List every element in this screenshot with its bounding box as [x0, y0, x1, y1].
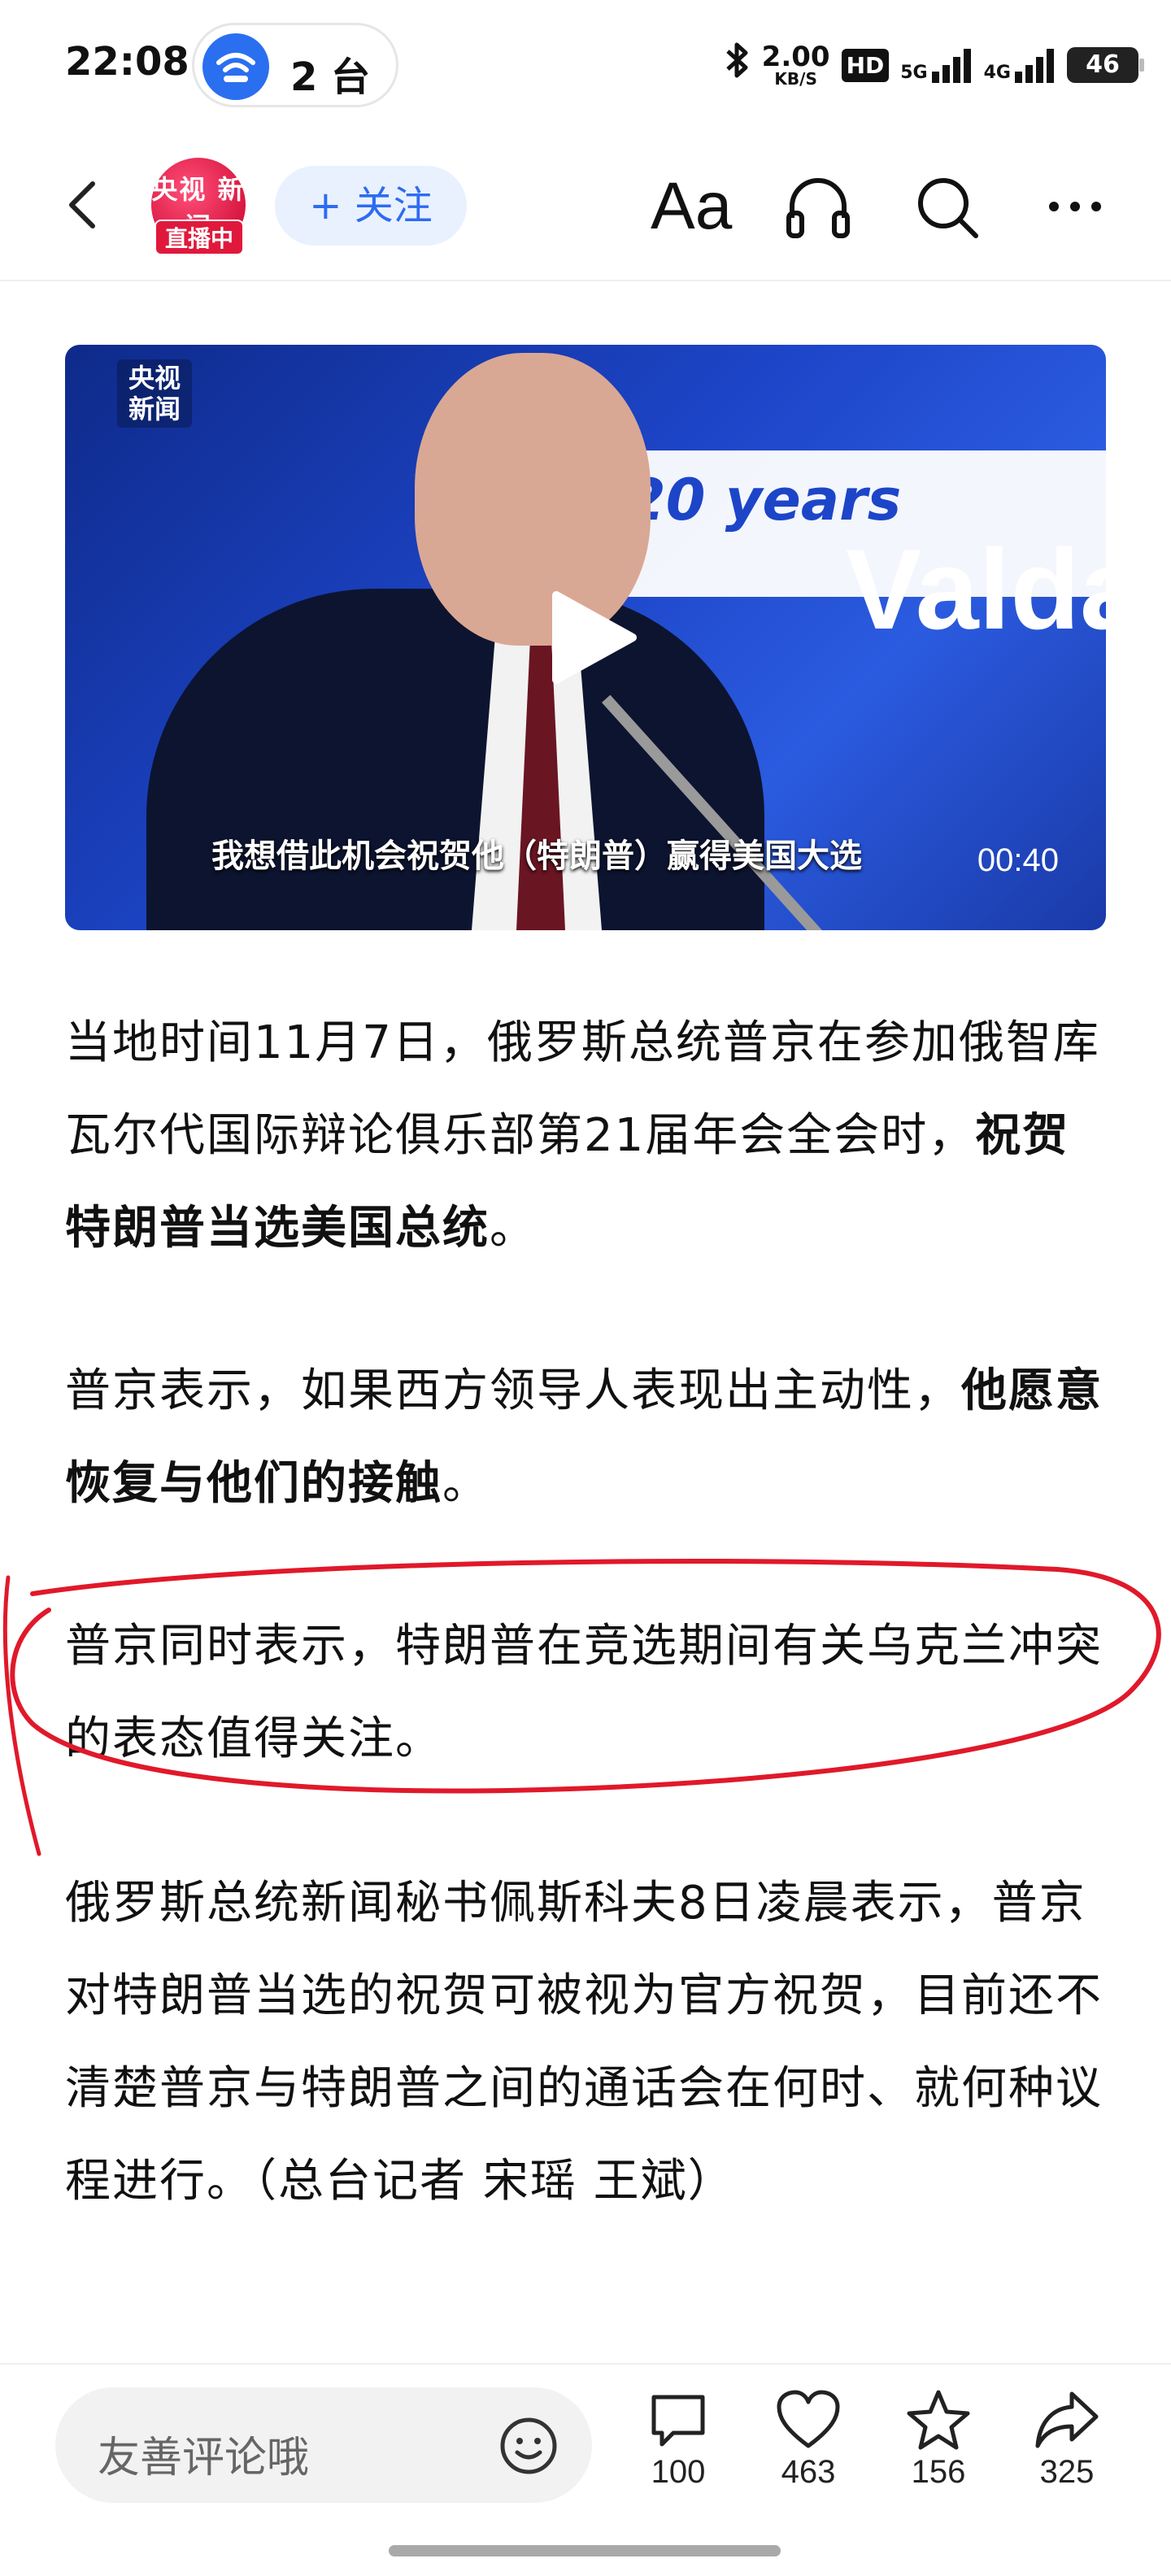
home-indicator[interactable] — [389, 2545, 781, 2556]
more-icon — [1049, 202, 1101, 211]
video-duration: 00:40 — [977, 842, 1059, 878]
battery-icon: 46 — [1067, 47, 1144, 83]
listen-button[interactable] — [779, 168, 857, 246]
paragraph-text: 。 — [442, 1457, 490, 1510]
network-speed: 2.00 KB/S — [761, 41, 830, 89]
heart-icon — [777, 2390, 840, 2448]
comment-count: 100 — [651, 2454, 706, 2490]
app-header: 央视 新闻 直播中 + 关注 Aa — [0, 130, 1171, 281]
comment-button[interactable]: 100 — [629, 2389, 727, 2491]
favorite-button[interactable]: 156 — [890, 2389, 987, 2491]
like-count: 463 — [781, 2454, 836, 2490]
video-player[interactable]: 20 years Valda 央视 新闻 我想借此机会祝贺他（特朗普）赢得美国大… — [65, 345, 1106, 930]
paragraph-text: 当地时间11月7日，俄罗斯总统普京在参加俄智库瓦尔代国际辩论俱乐部第21届年会全… — [65, 1016, 1100, 1162]
search-button[interactable] — [908, 168, 986, 246]
hd-voice-icon: HD — [841, 48, 890, 82]
status-bar: 22:08 2 台 2.00 KB/S HD 5G 4G 46 — [0, 0, 1171, 130]
comment-input[interactable]: 友善评论哦 — [55, 2387, 592, 2503]
star-icon — [907, 2390, 970, 2450]
signal-4g-icon: 4G — [984, 47, 1056, 83]
like-button[interactable]: 463 — [760, 2389, 857, 2491]
signal-5g-icon: 5G — [900, 47, 972, 83]
video-subtitle: 我想借此机会祝贺他（特朗普）赢得美国大选 — [211, 838, 862, 875]
follow-button[interactable]: + 关注 — [275, 166, 467, 246]
cast-icon — [202, 33, 269, 100]
live-badge: 直播中 — [155, 220, 244, 255]
cast-indicator[interactable]: 2 台 — [192, 23, 398, 107]
status-icons: 2.00 KB/S HD 5G 4G 46 — [723, 33, 1144, 98]
comment-icon — [651, 2395, 705, 2447]
status-time: 22:08 — [65, 39, 189, 85]
emoji-icon[interactable] — [498, 2415, 559, 2477]
video-backdrop-brand: Valda — [846, 525, 1106, 653]
play-icon[interactable] — [550, 589, 639, 686]
headphones-icon — [786, 178, 850, 238]
favorite-count: 156 — [911, 2454, 966, 2490]
article-paragraph: 当地时间11月7日，俄罗斯总统普京在参加俄智库瓦尔代国际辩论俱乐部第21届年会全… — [65, 997, 1106, 1275]
share-count: 325 — [1039, 2454, 1095, 2490]
paragraph-text: 。 — [490, 1202, 537, 1255]
more-button[interactable] — [1036, 168, 1114, 246]
paragraph-text: 普京表示，如果西方领导人表现出主动性， — [65, 1364, 961, 1417]
share-icon — [1035, 2391, 1099, 2448]
font-size-button[interactable]: Aa — [651, 168, 732, 246]
share-button[interactable]: 325 — [1018, 2389, 1116, 2491]
bluetooth-icon — [723, 40, 751, 90]
comment-placeholder: 友善评论哦 — [98, 2434, 310, 2482]
article-paragraph: 俄罗斯总统新闻秘书佩斯科夫8日凌晨表示，普京对特朗普当选的祝贺可被视为官方祝贺，… — [65, 1877, 1103, 2208]
article-paragraph: 普京表示，如果西方领导人表现出主动性，他愿意恢复与他们的接触。 — [65, 1345, 1106, 1530]
back-button[interactable] — [54, 172, 119, 237]
video-channel-logo: 央视 新闻 — [117, 359, 192, 428]
search-icon — [918, 178, 978, 238]
bottom-action-bar: 友善评论哦 100 463 156 325 — [0, 2363, 1171, 2576]
chevron-left-icon — [69, 181, 95, 228]
video-person — [146, 589, 764, 930]
cast-label: 2 台 — [290, 54, 371, 100]
article-paragraph-highlighted: 普京同时表示，特朗普在竞选期间有关乌克兰冲突的表态值得关注。 — [65, 1620, 1103, 1765]
